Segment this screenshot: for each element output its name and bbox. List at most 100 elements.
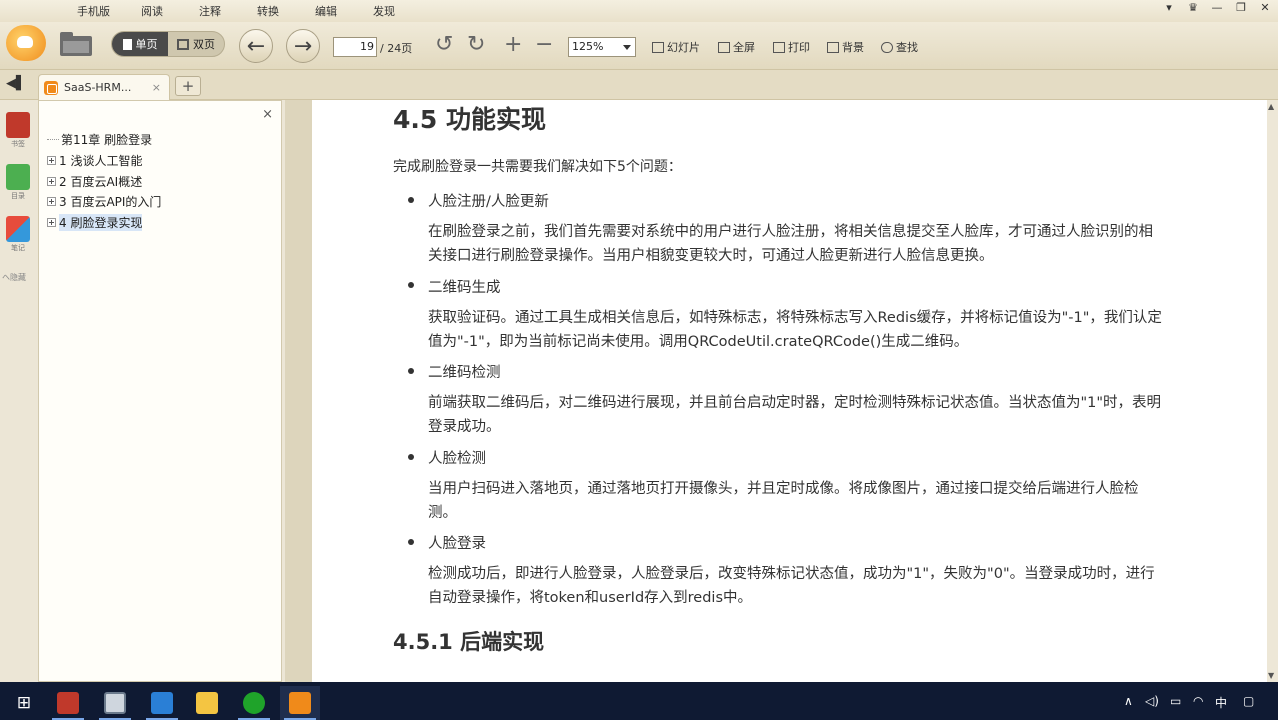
page-icon [122, 38, 132, 50]
outline-item-3[interactable]: 3 百度云API的入门 [47, 192, 161, 210]
toolbar: 单页 双页 ← → 19 / 24页 ↺ ↻ + − 125% 幻灯片 全屏 打… [0, 22, 1278, 70]
taskbar-app[interactable] [48, 686, 88, 720]
taskbar-app[interactable] [142, 686, 182, 720]
vertical-scrollbar[interactable]: ▲ ▼ [1267, 100, 1278, 682]
terminal-icon [243, 692, 265, 714]
menu-annotate[interactable]: 注释 [199, 3, 221, 19]
start-button[interactable]: ⊞ [4, 686, 44, 720]
app-logo-icon[interactable] [6, 25, 46, 61]
expand-icon[interactable] [47, 176, 56, 186]
explorer-icon [196, 692, 218, 714]
tab-document[interactable]: SaaS-HRM... × [38, 74, 170, 100]
reader-icon [289, 692, 311, 714]
item-body: 获取验证码。通过工具生成相关信息后，如特殊标志，将特殊标志写入Redis缓存，并… [428, 310, 1162, 350]
bookmark-icon [6, 112, 30, 138]
find-button[interactable]: 查找 [881, 39, 918, 55]
menu-bar: 手机版 阅读 注释 转换 编辑 发现 ▾ ♛ — ❐ ✕ [0, 0, 1278, 22]
outline-item-chapter[interactable]: 第11章 刷脸登录 [47, 130, 152, 148]
open-folder-icon[interactable] [60, 32, 92, 56]
window-controls: ▾ ♛ — ❐ ✕ [1162, 1, 1272, 15]
add-tab-button[interactable]: + [175, 76, 201, 96]
page-gutter [285, 100, 312, 682]
outline-icon [6, 164, 30, 190]
double-page-button[interactable]: 双页 [168, 32, 224, 56]
background-icon [827, 41, 839, 53]
taskbar-app[interactable] [187, 686, 227, 720]
outline-button[interactable]: 目录 [4, 164, 32, 201]
rotate-right-icon[interactable]: ↻ [467, 33, 485, 57]
battery-icon[interactable]: ▭ [1170, 694, 1181, 708]
sidebar-toggle-icon[interactable]: ◀▌ [6, 76, 28, 94]
taskbar-app[interactable] [95, 686, 135, 720]
zoom-select[interactable]: 125% [568, 37, 636, 57]
notes-icon [6, 216, 30, 242]
bullet [408, 368, 414, 374]
subsection-heading: 4.5.1 后端实现 [393, 630, 545, 654]
chevron-down-icon [623, 45, 631, 50]
menu-discover[interactable]: 发现 [373, 3, 395, 19]
document-page: 4.5 功能实现 完成刷脸登录一共需要我们解决如下5个问题： 人脸注册/人脸更新… [312, 100, 1267, 682]
menu-edit[interactable]: 编辑 [315, 3, 337, 19]
forward-button[interactable]: → [286, 29, 320, 63]
page-number-input[interactable]: 19 [333, 37, 377, 57]
item-title: 人脸检测 [428, 451, 486, 467]
back-button[interactable]: ← [239, 29, 273, 63]
rotate-left-icon[interactable]: ↺ [435, 33, 453, 57]
section-heading: 4.5 功能实现 [393, 105, 546, 134]
expand-icon[interactable] [47, 196, 56, 206]
item-body: 前端获取二维码后，对二维码进行展现，并且前台启动定时器，定时检测特殊标记状态值。… [428, 395, 1162, 435]
item-title: 二维码生成 [428, 280, 501, 296]
zoom-in-icon[interactable]: + [504, 33, 522, 57]
item-body: 当用户扫码进入落地页，通过落地页打开摄像头，并且定时成像。将成像图片，通过接口提… [428, 481, 1139, 521]
network-icon[interactable]: ◠ [1193, 694, 1203, 708]
tab-close-icon[interactable]: × [152, 81, 161, 94]
tray-chevron-icon[interactable]: ∧ [1124, 694, 1133, 708]
skin-icon[interactable]: ♛ [1186, 1, 1200, 15]
menu-mobile[interactable]: 手机版 [77, 3, 110, 19]
expand-icon[interactable] [47, 155, 56, 165]
taskbar: ⊞ ∧ ◁) ▭ ◠ 中 ▢ [0, 682, 1278, 720]
ime-indicator[interactable]: 中 [1215, 694, 1227, 711]
notes-button[interactable]: 笔记 [4, 216, 32, 253]
taskbar-app[interactable] [234, 686, 274, 720]
expand-icon[interactable] [47, 217, 56, 227]
background-button[interactable]: 背景 [827, 39, 864, 55]
view-mode-toggle: 单页 双页 [111, 31, 225, 57]
outline-item-4[interactable]: 4 刷脸登录实现 [47, 213, 143, 231]
item-body: 检测成功后，即进行人脸登录，人脸登录后，改变特殊标记状态值，成功为"1"，失败为… [428, 566, 1155, 606]
single-page-button[interactable]: 单页 [112, 32, 168, 56]
volume-icon[interactable]: ◁) [1145, 694, 1159, 708]
intro-paragraph: 完成刷脸登录一共需要我们解决如下5个问题： [393, 159, 682, 175]
outline-panel: × 第11章 刷脸登录 1 浅谈人工智能 2 百度云AI概述 3 百度云API的… [38, 100, 282, 682]
slideshow-button[interactable]: 幻灯片 [652, 39, 700, 55]
side-icon-strip: 书签 目录 笔记 ヘ隐藏 [0, 100, 36, 682]
item-title: 人脸注册/人脸更新 [428, 194, 549, 210]
outline-close-icon[interactable]: × [262, 107, 273, 122]
close-icon[interactable]: ✕ [1258, 1, 1272, 15]
fullscreen-button[interactable]: 全屏 [718, 39, 755, 55]
dropdown-icon[interactable]: ▾ [1162, 1, 1176, 15]
taskbar-app[interactable] [280, 686, 320, 720]
menu-read[interactable]: 阅读 [141, 3, 163, 19]
window-icon [104, 692, 126, 714]
bookmark-button[interactable]: 书签 [4, 112, 32, 149]
idea-icon [57, 692, 79, 714]
scroll-down-icon[interactable]: ▼ [1268, 671, 1274, 680]
outline-item-2[interactable]: 2 百度云AI概述 [47, 172, 142, 190]
menu-convert[interactable]: 转换 [257, 3, 279, 19]
pdf-icon [44, 80, 58, 95]
restore-icon[interactable]: ❐ [1234, 1, 1248, 15]
minimize-icon[interactable]: — [1210, 1, 1224, 15]
zoom-out-icon[interactable]: − [535, 33, 553, 57]
search-icon [881, 41, 893, 53]
bullet [408, 197, 414, 203]
page-total: / 24页 [380, 42, 413, 55]
print-button[interactable]: 打印 [773, 39, 810, 55]
arrow-left-icon: ← [246, 33, 266, 59]
outline-item-1[interactable]: 1 浅谈人工智能 [47, 151, 142, 169]
notification-icon[interactable]: ▢ [1243, 694, 1254, 708]
scroll-up-icon[interactable]: ▲ [1268, 102, 1274, 111]
bullet [408, 282, 414, 288]
arrow-right-icon: → [293, 33, 313, 59]
hide-strip-link[interactable]: ヘ隐藏 [2, 272, 26, 283]
